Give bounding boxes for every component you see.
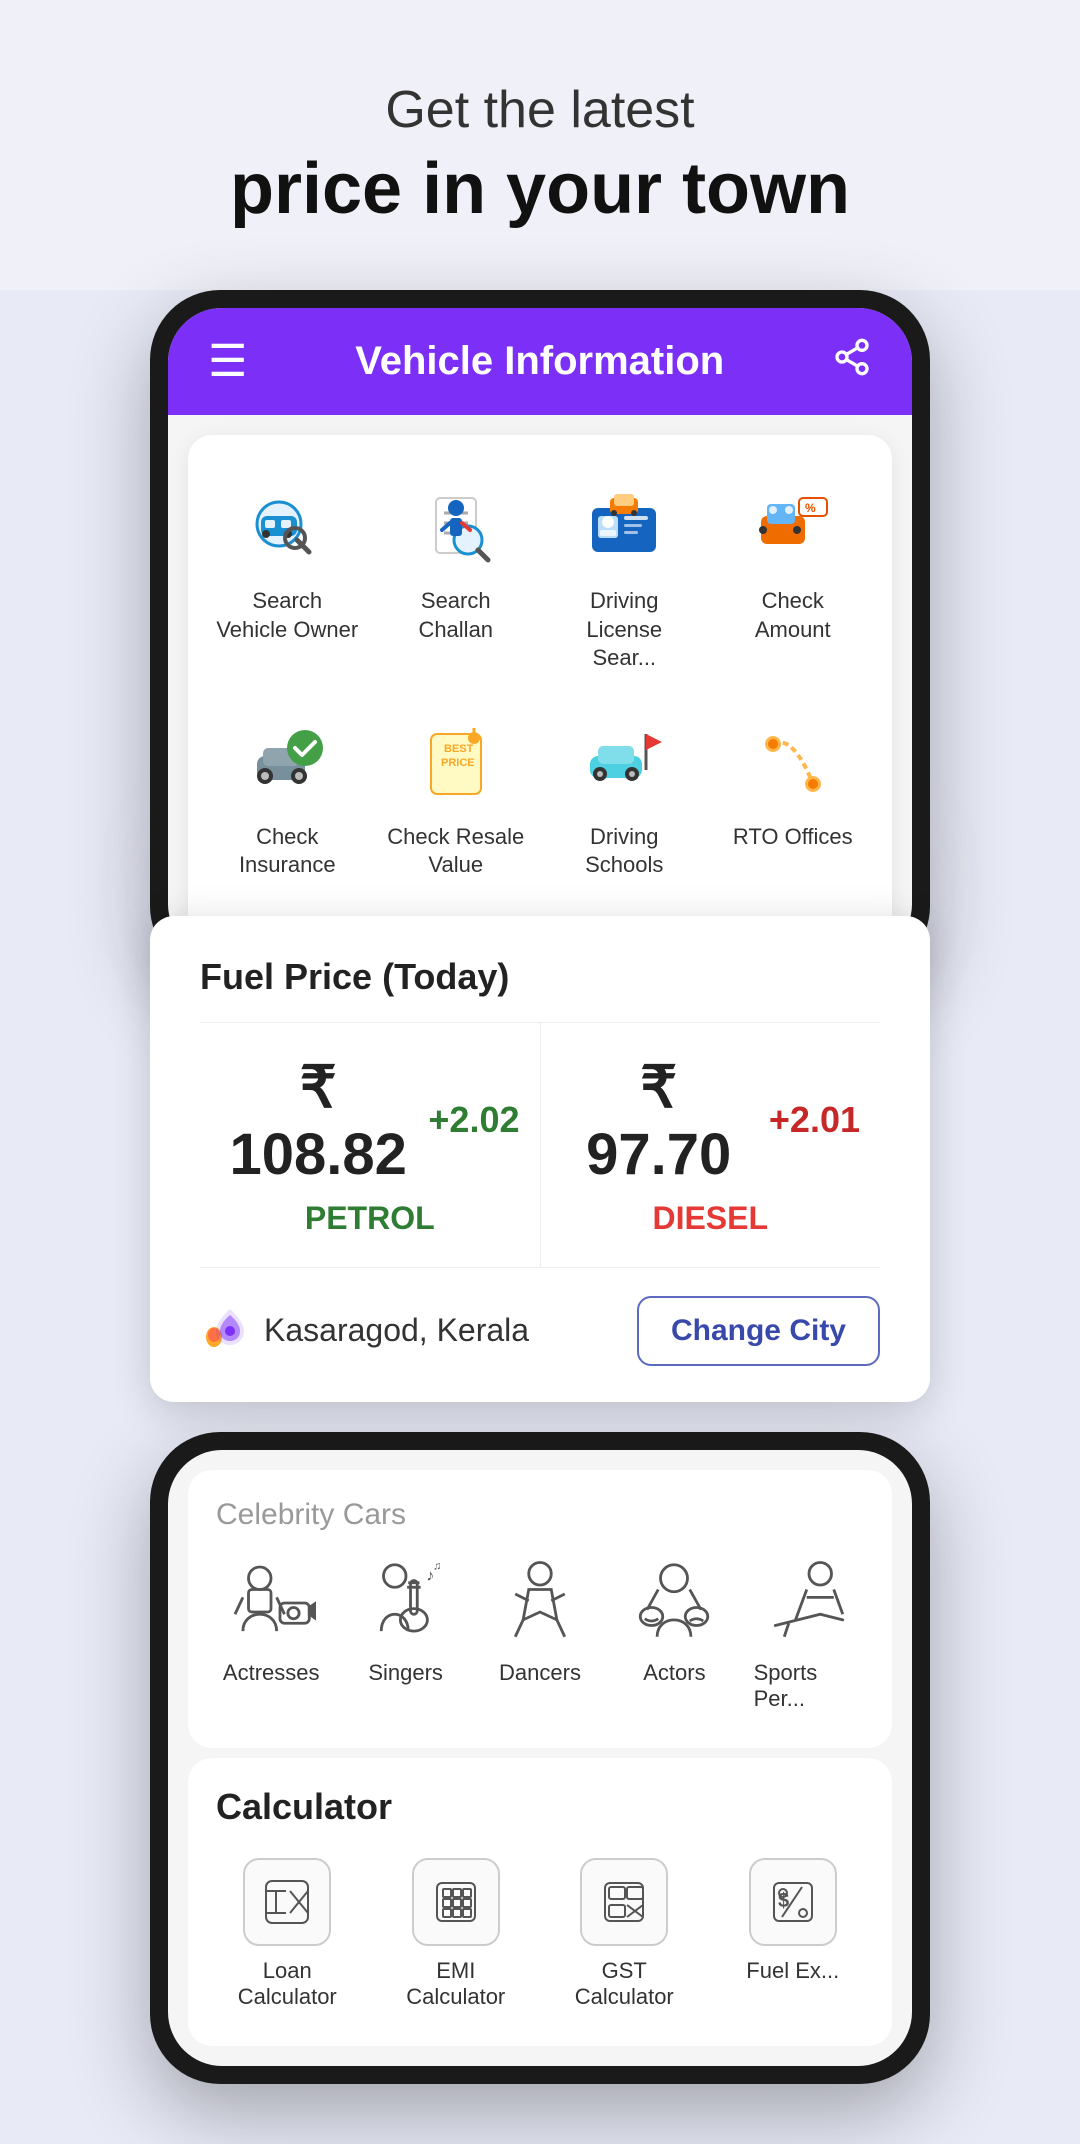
phone-inner: ☰ Vehicle Information xyxy=(168,308,912,958)
sports-persons-icon xyxy=(764,1558,854,1648)
hero-title: price in your town xyxy=(40,148,1040,230)
grid-item-driving-license[interactable]: Driving License Sear... xyxy=(545,465,704,691)
check-amount-icon: % xyxy=(748,483,838,573)
petrol-label: PETROL xyxy=(220,1200,520,1237)
fuel-location-left: Kasaragod, Kerala xyxy=(200,1301,529,1360)
calc-item-fuel[interactable]: $ Fuel Ex... xyxy=(714,1850,873,2018)
singers-icon: ♪ ♫ xyxy=(361,1558,451,1648)
phone-frame: ☰ Vehicle Information xyxy=(150,290,930,976)
app-header: ☰ Vehicle Information xyxy=(168,308,912,415)
actresses-icon xyxy=(226,1558,316,1648)
check-amount-label: Check Amount xyxy=(722,587,865,644)
driving-schools-icon xyxy=(579,719,669,809)
fuel-location-text: Kasaragod, Kerala xyxy=(264,1312,529,1349)
celebrity-item-sports-persons[interactable]: Sports Per... xyxy=(746,1550,872,1720)
grid-item-check-amount[interactable]: % Check Amount xyxy=(714,465,873,691)
calc-item-gst[interactable]: GST Calculator xyxy=(545,1850,704,2018)
calc-item-loan[interactable]: Loan Calculator xyxy=(208,1850,367,2018)
grid-item-check-insurance[interactable]: Check Insurance xyxy=(208,701,367,898)
petrol-price-item: ₹ 108.82 +2.02 PETROL xyxy=(200,1023,541,1267)
phone-wrapper-2: Celebrity Cars xyxy=(150,1432,930,2084)
grid-item-driving-schools[interactable]: Driving Schools xyxy=(545,701,704,898)
driving-schools-label: Driving Schools xyxy=(553,823,696,880)
actors-icon xyxy=(629,1558,719,1648)
phone-wrapper: ☰ Vehicle Information xyxy=(150,290,930,976)
loan-calc-icon xyxy=(243,1858,331,1946)
diesel-price-item: ₹ 97.70 +2.01 DIESEL xyxy=(541,1023,881,1267)
grid-row-2: Check Insurance BEST PRICE xyxy=(208,701,872,898)
petrol-amount-row: ₹ 108.82 +2.02 xyxy=(220,1053,520,1188)
check-insurance-label: Check Insurance xyxy=(216,823,359,880)
actresses-label: Actresses xyxy=(223,1660,320,1686)
check-insurance-icon xyxy=(242,719,332,809)
gst-calc-icon xyxy=(580,1858,668,1946)
celebrity-grid: Actresses xyxy=(208,1550,872,1720)
fuel-location-row: Kasaragod, Kerala Change City xyxy=(200,1296,880,1366)
share-icon[interactable] xyxy=(832,337,872,387)
emi-calc-label: EMI Calculator xyxy=(385,1958,528,2010)
search-challan-label: Search Challan xyxy=(385,587,528,644)
fuel-prices-row: ₹ 108.82 +2.02 PETROL ₹ 97.70 +2.01 DIES… xyxy=(200,1022,880,1268)
diesel-change: +2.01 xyxy=(769,1099,860,1141)
loan-calc-label: Loan Calculator xyxy=(216,1958,359,2010)
rto-offices-icon xyxy=(748,719,838,809)
check-resale-value-label: Check Resale Value xyxy=(385,823,528,880)
grid-item-check-resale-value[interactable]: BEST PRICE Check Resale Value xyxy=(377,701,536,898)
phone-frame-2: Celebrity Cars xyxy=(150,1432,930,2084)
sports-persons-label: Sports Per... xyxy=(754,1660,864,1712)
celebrity-item-singers[interactable]: ♪ ♫ Singers xyxy=(342,1550,468,1720)
svg-text:%: % xyxy=(805,501,816,515)
menu-grid: Search Vehicle Owner xyxy=(188,435,892,938)
celebrity-item-actresses[interactable]: Actresses xyxy=(208,1550,334,1720)
fuel-card-inner: Fuel Price (Today) ₹ 108.82 +2.02 PETROL… xyxy=(150,916,930,1402)
search-challan-icon xyxy=(411,483,501,573)
diesel-price: ₹ 97.70 xyxy=(561,1053,757,1188)
diesel-amount-row: ₹ 97.70 +2.01 xyxy=(561,1053,861,1188)
dancers-icon xyxy=(495,1558,585,1648)
celebrity-section: Celebrity Cars xyxy=(188,1470,892,1748)
check-resale-value-icon: BEST PRICE xyxy=(411,719,501,809)
petrol-change: +2.02 xyxy=(428,1099,519,1141)
celebrity-title: Celebrity Cars xyxy=(208,1498,872,1532)
change-city-button[interactable]: Change City xyxy=(637,1296,880,1366)
rto-offices-label: RTO Offices xyxy=(733,823,853,852)
grid-row-1: Search Vehicle Owner xyxy=(208,465,872,691)
fuel-price-card: Fuel Price (Today) ₹ 108.82 +2.02 PETROL… xyxy=(150,916,930,1402)
actors-label: Actors xyxy=(643,1660,705,1686)
celebrity-item-dancers[interactable]: Dancers xyxy=(477,1550,603,1720)
hamburger-icon[interactable]: ☰ xyxy=(208,336,247,387)
emi-calc-icon xyxy=(412,1858,500,1946)
svg-text:BEST: BEST xyxy=(444,743,474,755)
fuel-card-title: Fuel Price (Today) xyxy=(200,956,880,998)
singers-label: Singers xyxy=(368,1660,443,1686)
dancers-label: Dancers xyxy=(499,1660,581,1686)
hero-section: Get the latest price in your town xyxy=(0,0,1080,290)
driving-license-icon xyxy=(579,483,669,573)
calculator-title: Calculator xyxy=(208,1786,872,1828)
svg-text:♫: ♫ xyxy=(433,1560,441,1572)
grid-item-rto-offices[interactable]: RTO Offices xyxy=(714,701,873,898)
search-vehicle-owner-label: Search Vehicle Owner xyxy=(216,587,359,644)
petrol-price: ₹ 108.82 xyxy=(220,1053,416,1188)
diesel-label: DIESEL xyxy=(561,1200,861,1237)
fuel-location-icon xyxy=(200,1301,248,1360)
phone-inner-2: Celebrity Cars xyxy=(168,1450,912,2066)
calc-grid: Loan Calculator xyxy=(208,1850,872,2018)
fuel-calc-icon: $ xyxy=(749,1858,837,1946)
svg-text:PRICE: PRICE xyxy=(441,757,475,769)
calculator-section: Calculator xyxy=(188,1758,892,2046)
grid-item-search-vehicle-owner[interactable]: Search Vehicle Owner xyxy=(208,465,367,691)
search-vehicle-owner-icon xyxy=(242,483,332,573)
grid-item-search-challan[interactable]: Search Challan xyxy=(377,465,536,691)
calc-item-emi[interactable]: EMI Calculator xyxy=(377,1850,536,2018)
fuel-ex-label: Fuel Ex... xyxy=(746,1958,839,1984)
gst-calc-label: GST Calculator xyxy=(553,1958,696,2010)
celebrity-item-actors[interactable]: Actors xyxy=(611,1550,737,1720)
app-title: Vehicle Information xyxy=(355,339,724,384)
hero-subtitle: Get the latest xyxy=(40,80,1040,140)
driving-license-label: Driving License Sear... xyxy=(553,587,696,673)
